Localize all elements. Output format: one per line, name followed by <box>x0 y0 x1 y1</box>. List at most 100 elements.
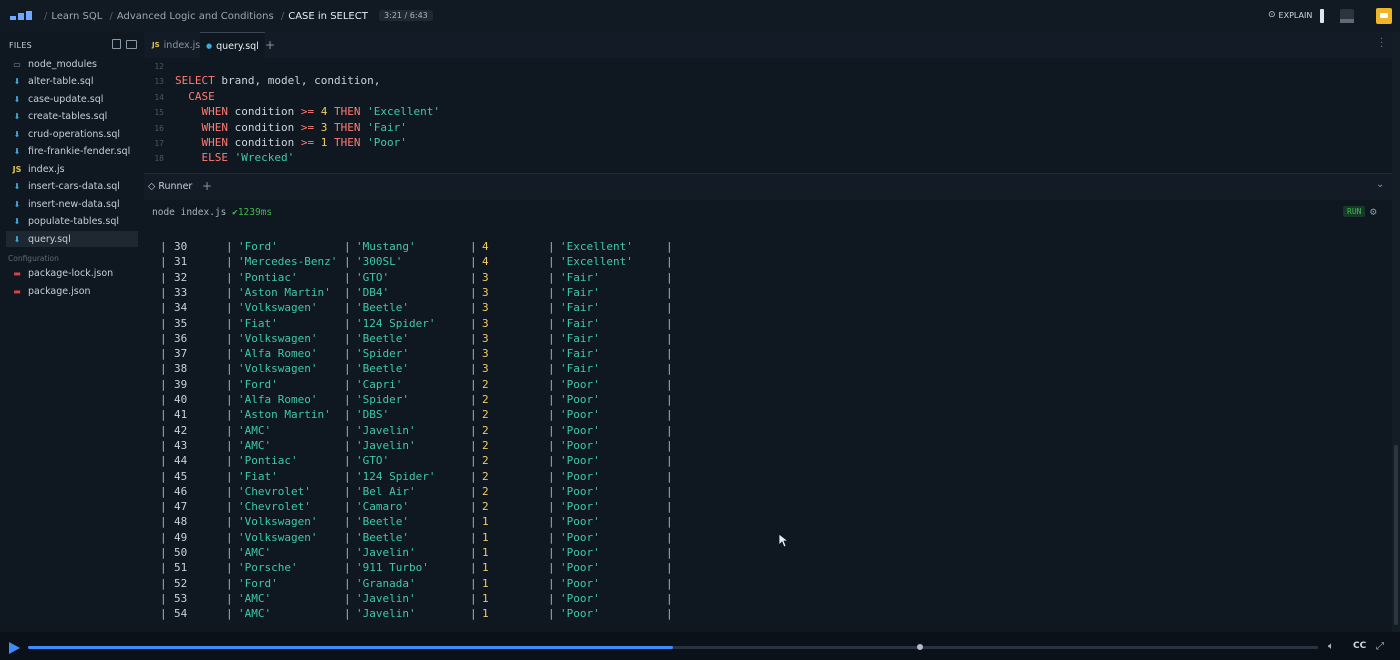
column-separator: | <box>226 362 233 376</box>
captions-button[interactable]: CC <box>1353 641 1366 651</box>
runner-output: node index.js ✔1239ms RUN ⚙ | | | | | | 30 'For… <box>144 200 1392 632</box>
mouse-cursor-icon <box>779 534 789 548</box>
file-item[interactable]: ▬ package-lock.json <box>6 265 138 281</box>
breadcrumb-course[interactable]: Learn SQL <box>51 11 102 22</box>
file-item[interactable]: JS index.js <box>6 161 138 177</box>
column-separator: | <box>226 393 233 406</box>
column-separator: | <box>470 362 477 376</box>
table-cell: 'Volkswagen' <box>238 362 318 376</box>
sidebar-layout-icon[interactable] <box>1320 9 1324 23</box>
column-separator: | <box>344 347 351 361</box>
gear-icon[interactable]: ⚙ <box>1370 205 1377 218</box>
column-separator: | <box>226 500 233 514</box>
code-line: 12 <box>144 58 175 73</box>
column-separator: | <box>344 301 351 315</box>
run-button[interactable]: RUN <box>1343 206 1366 217</box>
table-cell: 'Beetle' <box>356 515 409 529</box>
column-separator: | <box>548 484 555 498</box>
file-item[interactable]: ⬇ create-tables.sql <box>6 109 138 125</box>
tab-runner[interactable]: ◇ Runner <box>148 181 192 192</box>
table-cell: 3 <box>482 331 489 345</box>
app-logo-icon[interactable] <box>10 11 32 21</box>
table-cell: 48 <box>174 515 188 529</box>
table-cell: 38 <box>174 362 188 376</box>
column-separator: | <box>548 469 555 483</box>
more-options-icon[interactable]: · · · <box>1380 35 1383 53</box>
code-token: WHEN <box>175 120 228 134</box>
column-separator: | <box>470 469 477 483</box>
table-cell: 33 <box>174 285 188 299</box>
column-separator: | <box>226 546 233 559</box>
explain-button[interactable]: ⊙ EXPLAIN <box>1268 10 1312 20</box>
table-cell: 'Poor' <box>560 423 600 437</box>
column-separator: | <box>470 484 477 498</box>
code-editor[interactable]: 12 13 SELECT brand, model, condition, 14 CA… <box>144 58 1392 168</box>
file-item[interactable]: ▬ package.json <box>6 283 138 299</box>
bookmark-marker[interactable] <box>917 644 923 650</box>
column-separator: | <box>344 393 351 406</box>
fullscreen-icon[interactable]: ⤢ <box>1376 641 1384 652</box>
table-cell: 3 <box>482 270 489 284</box>
table-cell: 3 <box>482 285 489 299</box>
table-cell: 'Javelin' <box>356 607 416 621</box>
table-cell: 'DBS' <box>356 408 390 422</box>
file-item[interactable]: ⬇ insert-new-data.sql <box>6 196 138 212</box>
play-icon[interactable] <box>9 642 20 654</box>
file-item[interactable]: ⬇ insert-cars-data.sql <box>6 179 138 195</box>
code-token: condition <box>227 136 301 149</box>
panel-layout-icon[interactable] <box>1340 9 1354 23</box>
table-cell: 'Poor' <box>560 454 600 468</box>
table-cell: 3 <box>482 362 489 376</box>
column-separator: | <box>666 255 673 269</box>
file-item[interactable]: ⬇ alter-table.sql <box>6 74 138 90</box>
breadcrumb-chapter[interactable]: Advanced Logic and Conditions <box>117 11 274 22</box>
table-cell: 3 <box>482 316 489 330</box>
table-cell: 2 <box>482 454 489 468</box>
column-separator: | <box>666 377 673 391</box>
column-separator: | <box>548 423 555 437</box>
file-item[interactable]: ⬇ query.sql <box>6 231 138 247</box>
table-cell: '124 Spider' <box>356 316 436 330</box>
code-line: 13 SELECT brand, model, condition, <box>144 73 380 88</box>
table-cell: 42 <box>174 423 188 437</box>
add-runner-icon[interactable]: + <box>202 179 212 193</box>
file-item[interactable]: ▭ node_modules <box>6 56 138 72</box>
sql-file-icon: ⬇ <box>13 147 21 156</box>
code-line: 18 ELSE 'Wrecked' <box>144 150 294 165</box>
column-separator: | <box>160 270 167 284</box>
file-item[interactable]: ⬇ crud-operations.sql <box>6 126 138 142</box>
volume-icon[interactable]: 🔈︎ <box>1328 641 1334 652</box>
tab-query-sql[interactable]: ● query.sql <box>200 32 265 59</box>
column-separator: | <box>344 561 351 575</box>
column-separator: | <box>344 362 351 376</box>
file-item[interactable]: ⬇ case-update.sql <box>6 91 138 107</box>
progress-bar[interactable] <box>28 646 1318 649</box>
table-cell: 39 <box>174 377 188 391</box>
add-tab-icon[interactable]: + <box>265 38 275 52</box>
sql-file-icon: ⬇ <box>13 112 21 121</box>
chat-icon[interactable] <box>1376 8 1392 24</box>
file-item[interactable]: ⬇ populate-tables.sql <box>6 214 138 230</box>
column-separator: | <box>226 484 233 498</box>
table-cell: 'AMC' <box>238 438 272 452</box>
column-separator: | <box>470 423 477 437</box>
table-cell: 'Fiat' <box>238 316 278 330</box>
column-separator: | <box>666 393 673 406</box>
chevron-down-icon[interactable]: ⌄ <box>1376 179 1384 190</box>
table-cell: 'Fiat' <box>238 469 278 483</box>
file-item[interactable]: ⬇ fire-frankie-fender.sql <box>6 144 138 160</box>
column-separator: | <box>226 240 233 253</box>
code-line: 16 WHEN condition >= 3 THEN 'Fair' <box>144 120 406 135</box>
new-folder-icon[interactable] <box>126 40 137 49</box>
table-cell: 41 <box>174 408 188 422</box>
scrollbar-thumb[interactable] <box>1394 445 1398 625</box>
column-separator: | <box>344 377 351 391</box>
new-file-icon[interactable] <box>112 39 121 49</box>
tab-index-js[interactable]: JS index.js <box>146 32 206 58</box>
editor-tab-bar: JS index.js ● query.sql + <box>144 32 1392 59</box>
table-cell: 'Javelin' <box>356 423 416 437</box>
table-cell: 'Poor' <box>560 530 600 544</box>
file-name: node_modules <box>28 58 98 70</box>
column-separator: | <box>548 591 555 605</box>
column-separator: | <box>548 500 555 514</box>
